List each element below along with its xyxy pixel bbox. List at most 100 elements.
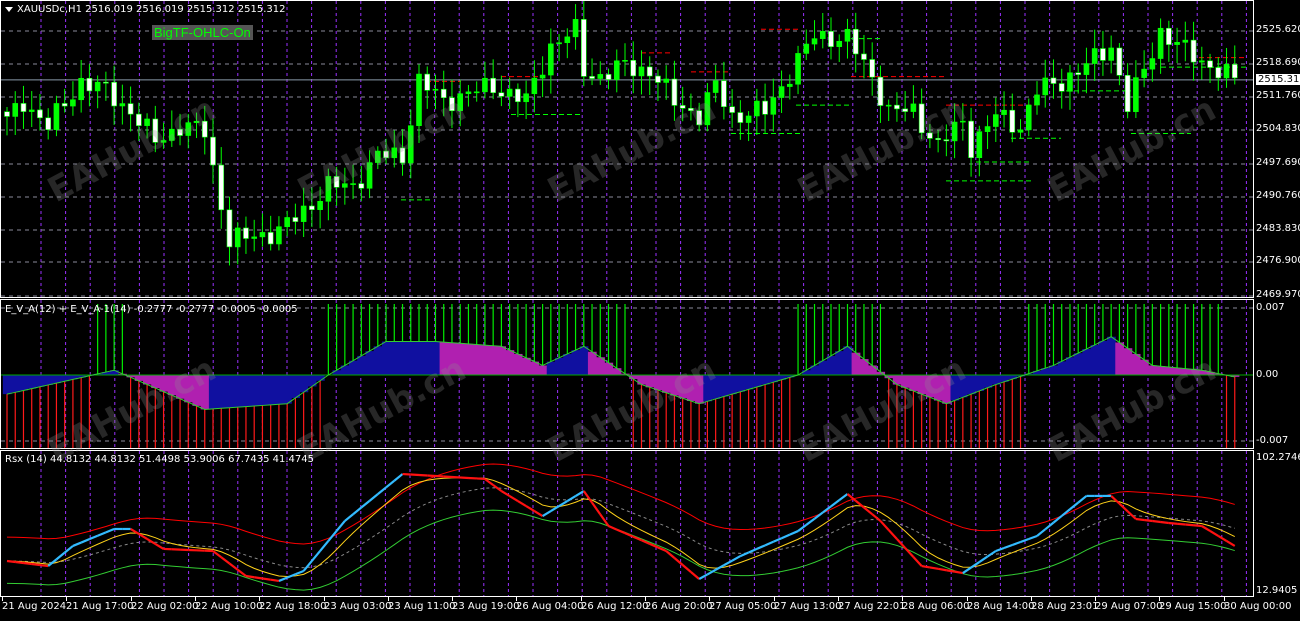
bear-candle <box>103 81 109 84</box>
bear-candle <box>927 132 933 139</box>
eva-fill-bar <box>1115 342 1125 375</box>
rsx-main-segment <box>72 541 82 547</box>
bear-candle <box>877 76 884 106</box>
eva-fill-bar <box>1098 340 1108 375</box>
eva-fill-bar <box>909 375 919 391</box>
price-axis-label: 2483.830 <box>1256 223 1300 234</box>
eva-fill-bar <box>266 375 276 405</box>
rsx-main-segment <box>1143 518 1153 523</box>
rsx-main-segment <box>764 540 774 547</box>
eva-fill-bar <box>274 375 284 405</box>
bull-candle <box>548 43 554 76</box>
rsx-main-segment <box>1069 501 1079 511</box>
bull-candle <box>984 126 991 132</box>
bull-candle <box>53 103 60 130</box>
price-axis-label: 2504.830 <box>1256 123 1300 134</box>
rsx-main-segment <box>887 529 898 540</box>
eva-fill-bar <box>1123 348 1133 375</box>
eva-fill-bar <box>406 341 416 375</box>
rsx-main-segment <box>335 520 346 532</box>
bear-candle <box>358 183 365 189</box>
eva-indicator-panel[interactable]: E_V_A(12) + E_V_A-1(14) -0.2777 -0.2777 … <box>0 299 1254 449</box>
eva-fill-bar <box>27 375 37 389</box>
eva-fill-bar <box>447 342 457 375</box>
rsx-main-segment <box>946 569 955 573</box>
eva-fill-bar <box>217 375 226 409</box>
bull-candle <box>12 103 19 117</box>
rsx-main-segment <box>805 517 816 526</box>
price-axis-label: 2469.970 <box>1256 289 1300 300</box>
rsx-main-segment <box>533 510 544 517</box>
bear-candle <box>1009 109 1016 133</box>
bull-candle <box>185 122 192 136</box>
eva-fill-bar <box>538 365 548 375</box>
time-tick <box>1159 597 1160 601</box>
bull-candle <box>1149 58 1156 70</box>
bull-candle <box>1042 77 1049 96</box>
rsx-main-segment <box>97 531 107 537</box>
bull-candle <box>325 176 332 202</box>
eva-fill-bar <box>381 341 391 375</box>
eva-axis-max: 0.007 <box>1256 302 1285 313</box>
bear-candle <box>177 128 183 136</box>
eva-fill-bar <box>612 368 622 375</box>
eva-fill-bar <box>505 350 515 375</box>
eva-fill-bar <box>175 375 185 399</box>
bull-candle <box>795 53 801 85</box>
rsx-main-segment <box>1135 517 1145 522</box>
candlestick-chart <box>1 1 1253 297</box>
rsx-main-segment <box>797 524 807 532</box>
rsx-main-segment <box>1028 534 1038 541</box>
rsx-main-segment <box>855 499 865 509</box>
rsx-main-segment <box>509 495 519 502</box>
rsx-main-segment <box>986 550 997 558</box>
eva-fill-bar <box>1074 353 1083 375</box>
bull-candle <box>119 103 126 107</box>
eva-fill-bar <box>1189 369 1199 375</box>
eva-fill-bar <box>233 375 243 408</box>
eva-fill-bar <box>1131 353 1141 375</box>
bull-candle <box>144 118 150 126</box>
bear-candle <box>902 108 908 112</box>
bull-candle <box>1067 72 1073 92</box>
rsx-main-segment <box>904 547 915 558</box>
rsx-main-segment <box>302 560 313 572</box>
price-axis-label: 2525.620 <box>1256 24 1300 35</box>
eva-fill-bar <box>587 351 597 375</box>
price-chart-panel[interactable]: XAUUSDc,H1 2516.019 2516.019 2515.312 25… <box>0 0 1254 298</box>
bear-candle <box>671 78 678 106</box>
eva-fill-bar <box>167 375 177 396</box>
bull-candle <box>778 86 785 98</box>
rsx-main-segment <box>781 533 791 540</box>
time-axis-label: 21 Aug 2024 <box>2 601 67 612</box>
rsx-main-segment <box>212 550 222 559</box>
dropdown-triangle-icon[interactable] <box>5 6 13 12</box>
time-tick <box>388 597 389 601</box>
time-tick <box>709 597 710 601</box>
eva-fill-bar <box>11 375 20 393</box>
bull-candle <box>78 77 84 101</box>
bear-candle <box>729 106 735 113</box>
time-tick <box>645 597 646 601</box>
eva-axis-min: -0.007 <box>1256 435 1289 446</box>
rsx-main-segment <box>690 571 700 580</box>
bull-candle <box>638 66 645 77</box>
rsx-indicator-panel[interactable]: Rsx (14) 44.8132 44.8132 51.4498 53.9006… <box>0 450 1254 597</box>
eva-fill-bar <box>19 375 29 391</box>
bear-candle <box>894 104 900 110</box>
eva-fill-bar <box>892 375 902 385</box>
bull-candle <box>317 201 323 210</box>
time-axis-label: 23 Aug 11:00 <box>388 601 456 612</box>
bear-candle <box>243 227 249 239</box>
bigtf-ohlc-badge[interactable]: BigTF-OHLC-On <box>152 25 253 40</box>
time-axis-label: 27 Aug 05:00 <box>709 601 777 612</box>
bull-candle <box>745 115 752 123</box>
eva-fill-bar <box>1057 361 1067 375</box>
rsx-main-segment <box>270 578 280 583</box>
eva-fill-bar <box>835 351 844 375</box>
eva-fill-bar <box>678 375 688 399</box>
bull-candle <box>1133 77 1139 112</box>
bull-candle <box>465 91 472 94</box>
bull-candle <box>910 103 917 112</box>
bear-candle <box>646 66 653 77</box>
